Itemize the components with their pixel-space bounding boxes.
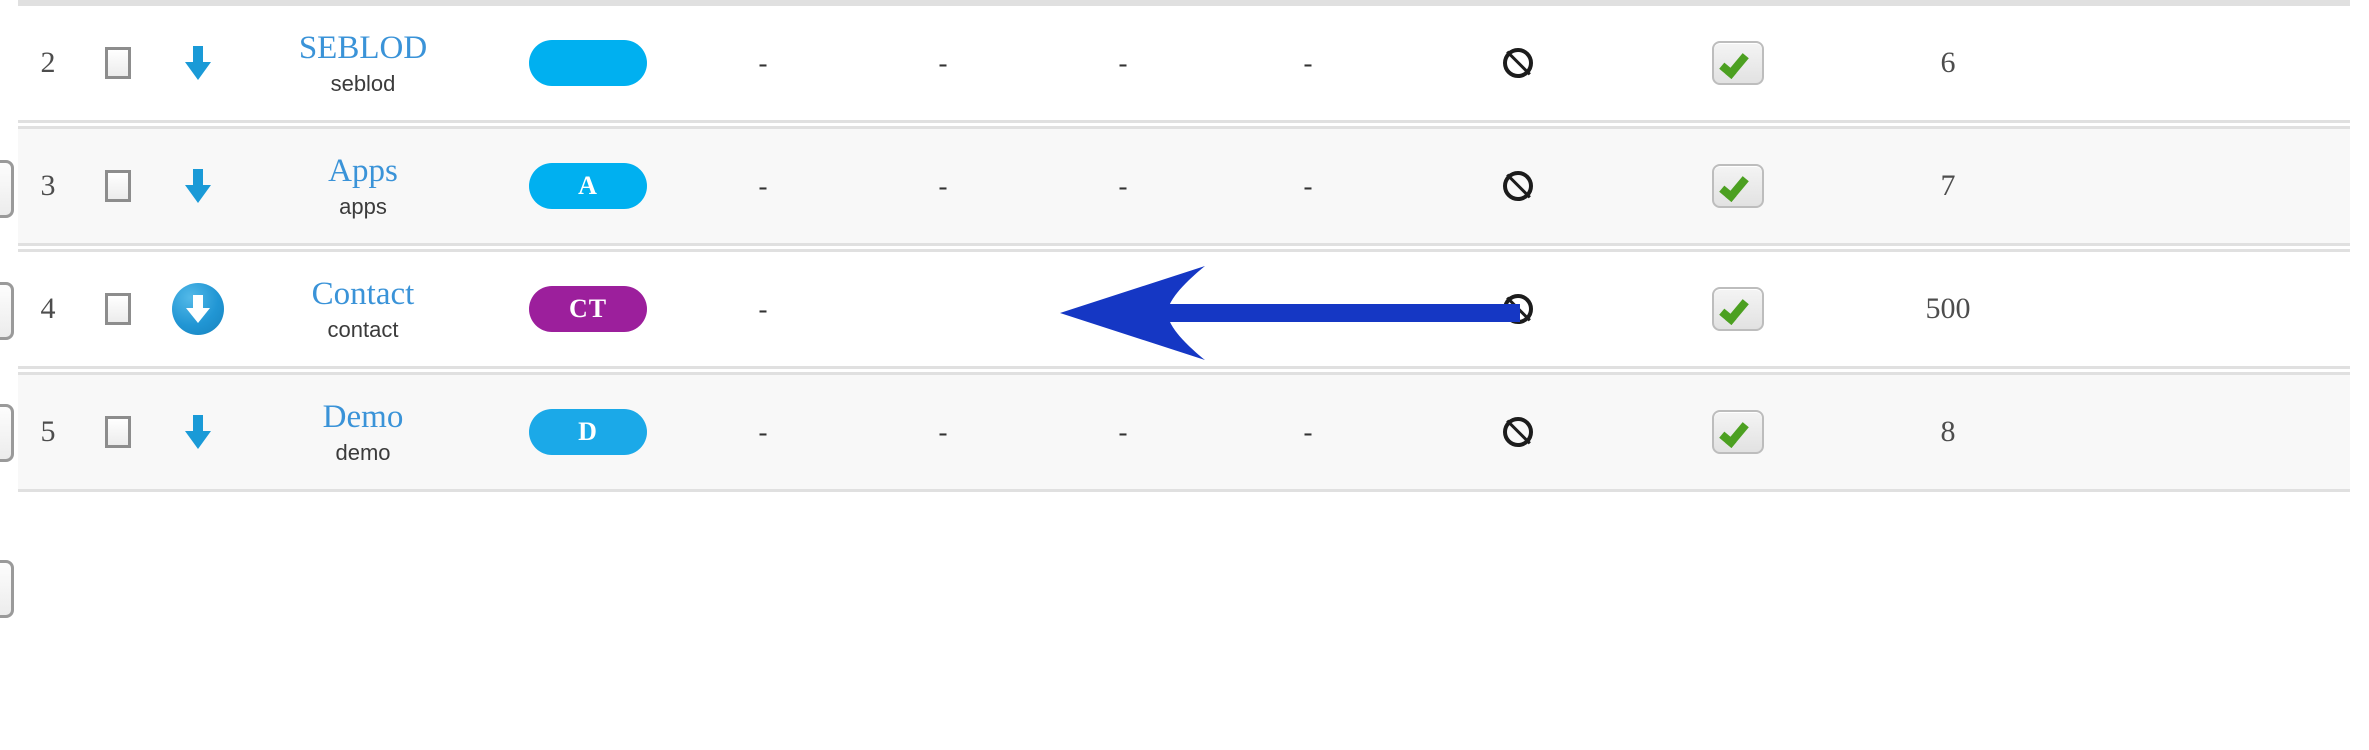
blocked-cell[interactable] bbox=[1418, 129, 1618, 243]
col-c-cell: - bbox=[1118, 47, 1128, 78]
col-c-cell bbox=[1078, 252, 1168, 366]
col-d-cell: - bbox=[1303, 47, 1313, 78]
col-d-cell: - bbox=[1303, 170, 1313, 201]
row-id-cell: 7 bbox=[1940, 169, 1956, 202]
row-checkbox[interactable] bbox=[105, 416, 131, 448]
title-cell: Demo demo bbox=[238, 375, 488, 489]
badge-cell bbox=[488, 6, 688, 120]
no-entry-icon[interactable] bbox=[1503, 417, 1533, 447]
row-index: 2 bbox=[40, 46, 56, 79]
download-cell[interactable] bbox=[158, 252, 238, 366]
title-alias: apps bbox=[339, 193, 387, 219]
title-alias: demo bbox=[335, 439, 391, 465]
no-entry-icon[interactable] bbox=[1503, 48, 1533, 78]
green-check-icon[interactable] bbox=[1712, 164, 1764, 208]
edge-button-partial-1[interactable] bbox=[0, 160, 14, 218]
download-arrow-icon[interactable] bbox=[185, 169, 211, 203]
type-badge[interactable] bbox=[529, 40, 647, 86]
type-badge[interactable]: A bbox=[529, 163, 647, 209]
table-row[interactable]: 5 Demo demo D - - - - 8 bbox=[18, 372, 2350, 492]
published-cell[interactable] bbox=[1638, 252, 1838, 366]
badge-cell: A bbox=[488, 129, 688, 243]
row-index: 4 bbox=[40, 292, 56, 325]
type-badge[interactable]: CT bbox=[529, 286, 647, 332]
download-cell[interactable] bbox=[158, 6, 238, 120]
blocked-cell[interactable] bbox=[1418, 6, 1618, 120]
col-c-cell: - bbox=[1118, 416, 1128, 447]
published-cell[interactable] bbox=[1638, 375, 1838, 489]
download-cell[interactable] bbox=[158, 129, 238, 243]
published-cell[interactable] bbox=[1638, 6, 1838, 120]
row-id-cell: 6 bbox=[1940, 46, 1956, 79]
green-check-icon[interactable] bbox=[1712, 410, 1764, 454]
row-id-cell: 500 bbox=[1925, 292, 1971, 325]
no-entry-icon[interactable] bbox=[1503, 294, 1533, 324]
col-a-cell: - bbox=[758, 47, 768, 78]
no-entry-icon[interactable] bbox=[1503, 171, 1533, 201]
edge-button-partial-3[interactable] bbox=[0, 404, 14, 462]
title-alias: contact bbox=[327, 316, 399, 342]
screenshot-root: 2 SEBLOD seblod - - - - 6 3 Apps apps A … bbox=[0, 0, 2369, 750]
col-d-cell: - bbox=[1303, 416, 1313, 447]
download-arrow-icon[interactable] bbox=[185, 415, 211, 449]
col-b-cell: - bbox=[938, 170, 948, 201]
row-checkbox[interactable] bbox=[105, 293, 131, 325]
published-cell[interactable] bbox=[1638, 129, 1838, 243]
col-a-cell: - bbox=[758, 170, 768, 201]
row-select-cell[interactable] bbox=[78, 375, 158, 489]
table-row[interactable]: 3 Apps apps A - - - - 7 bbox=[18, 126, 2350, 246]
title-link[interactable]: Apps bbox=[328, 154, 398, 189]
download-arrow-icon[interactable] bbox=[185, 46, 211, 80]
col-b-cell bbox=[898, 252, 988, 366]
col-a-cell: - bbox=[758, 416, 768, 447]
edge-button-partial-2[interactable] bbox=[0, 282, 14, 340]
blocked-cell[interactable] bbox=[1418, 375, 1618, 489]
table-row[interactable]: 2 SEBLOD seblod - - - - 6 bbox=[18, 3, 2350, 123]
title-link[interactable]: SEBLOD bbox=[299, 31, 427, 66]
row-checkbox[interactable] bbox=[105, 47, 131, 79]
table-row[interactable]: 4 Contact contact CT - - 500 bbox=[18, 249, 2350, 369]
data-table: 2 SEBLOD seblod - - - - 6 3 Apps apps A … bbox=[18, 0, 2350, 750]
row-index: 3 bbox=[40, 169, 56, 202]
col-d-cell: - bbox=[1303, 293, 1313, 324]
type-badge[interactable]: D bbox=[529, 409, 647, 455]
download-cell[interactable] bbox=[158, 375, 238, 489]
title-link[interactable]: Demo bbox=[323, 400, 404, 435]
col-a-cell: - bbox=[758, 293, 768, 324]
row-select-cell[interactable] bbox=[78, 252, 158, 366]
title-cell: SEBLOD seblod bbox=[238, 6, 488, 120]
badge-cell: D bbox=[488, 375, 688, 489]
title-cell: Apps apps bbox=[238, 129, 488, 243]
badge-cell: CT bbox=[488, 252, 688, 366]
title-alias: seblod bbox=[330, 70, 396, 96]
row-index: 5 bbox=[40, 415, 56, 448]
edge-button-partial-4[interactable] bbox=[0, 560, 14, 618]
row-checkbox[interactable] bbox=[105, 170, 131, 202]
download-circle-icon[interactable] bbox=[172, 283, 224, 335]
title-link[interactable]: Contact bbox=[312, 277, 415, 312]
col-b-cell: - bbox=[938, 416, 948, 447]
row-select-cell[interactable] bbox=[78, 6, 158, 120]
col-b-cell: - bbox=[938, 47, 948, 78]
row-select-cell[interactable] bbox=[78, 129, 158, 243]
green-check-icon[interactable] bbox=[1712, 41, 1764, 85]
blocked-cell[interactable] bbox=[1418, 252, 1618, 366]
title-cell: Contact contact bbox=[238, 252, 488, 366]
row-id-cell: 8 bbox=[1940, 415, 1956, 448]
green-check-icon[interactable] bbox=[1712, 287, 1764, 331]
col-c-cell: - bbox=[1118, 170, 1128, 201]
